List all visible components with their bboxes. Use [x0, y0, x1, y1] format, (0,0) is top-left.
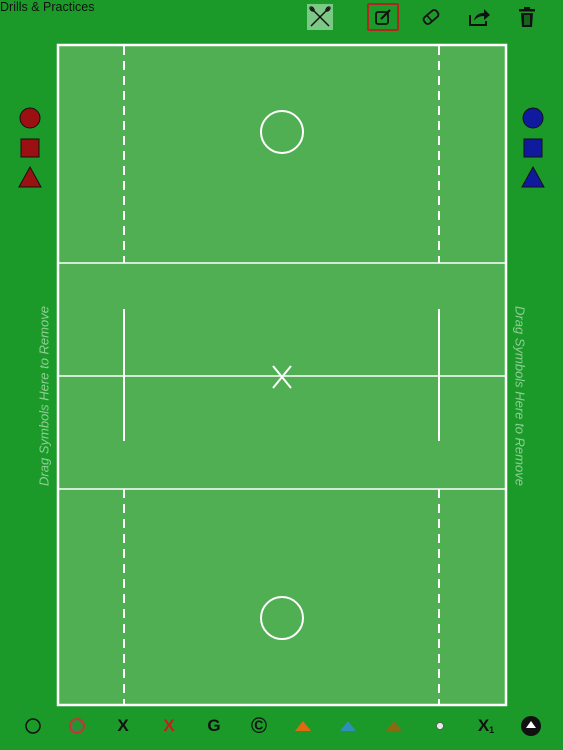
ball-symbol[interactable] — [429, 708, 451, 744]
ball-icon — [436, 722, 444, 730]
numbered-x-subscript: 1 — [489, 725, 495, 735]
coach-symbol[interactable]: © — [247, 708, 271, 744]
cone-icon — [386, 721, 402, 731]
lacrosse-field[interactable] — [0, 0, 563, 750]
right-remove-zone[interactable]: Drag Symbols Here to Remove — [513, 306, 528, 486]
red-square-symbol[interactable] — [20, 138, 40, 158]
blue-circle-symbol[interactable] — [522, 107, 544, 129]
brown-cone-symbol[interactable] — [383, 708, 405, 744]
orange-cone-symbol[interactable] — [292, 708, 314, 744]
numbered-x-letter: X — [477, 716, 490, 735]
red-circle-symbol[interactable] — [19, 107, 41, 129]
red-ring-symbol[interactable] — [66, 708, 88, 744]
red-triangle-symbol[interactable] — [18, 166, 42, 188]
more-symbols-button[interactable] — [519, 708, 543, 744]
chevron-up-circle-icon — [521, 716, 541, 736]
blue-triangle-symbol[interactable] — [521, 166, 545, 188]
empty-circle-symbol[interactable] — [22, 708, 44, 744]
goalie-symbol[interactable]: G — [203, 708, 225, 744]
red-ring-icon — [69, 718, 85, 734]
open-circle-icon — [25, 718, 41, 734]
x-symbol[interactable]: X — [112, 708, 134, 744]
blue-square-symbol[interactable] — [523, 138, 543, 158]
left-remove-zone[interactable]: Drag Symbols Here to Remove — [37, 306, 52, 486]
numbered-x-symbol[interactable]: X1 — [474, 708, 498, 744]
cone-icon — [340, 721, 356, 731]
cone-icon — [295, 721, 311, 731]
red-x-symbol[interactable]: X — [158, 708, 180, 744]
blue-cone-symbol[interactable] — [337, 708, 359, 744]
